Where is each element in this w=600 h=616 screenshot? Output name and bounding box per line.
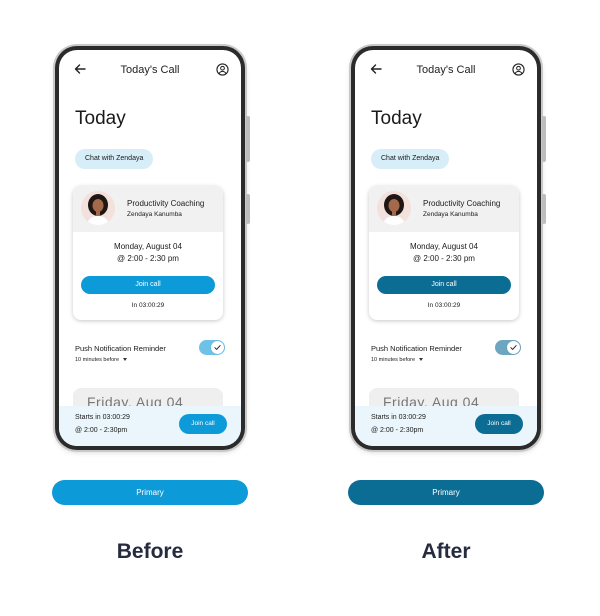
top-app-bar: Today's Call — [59, 50, 241, 90]
starts-in-text: Starts in 03:00:29 — [75, 414, 130, 421]
join-call-button[interactable]: Join call — [81, 276, 215, 294]
chat-chip[interactable]: Chat with Zendaya — [371, 149, 450, 169]
comparison-column-before: Today's Call Today Chat with Zendaya Pro… — [0, 0, 300, 616]
toggle-knob — [211, 341, 224, 354]
avatar — [81, 191, 115, 225]
phone-side-button — [542, 116, 546, 162]
call-time: @ 2:00 - 2:30 pm — [117, 254, 179, 263]
bottom-call-bar: Starts in 03:00:29 @ 2:00 - 2:30pm Join … — [355, 406, 537, 446]
page-title: Today's Call — [120, 64, 180, 76]
phone-side-button — [246, 194, 250, 224]
session-title: Productivity Coaching — [127, 199, 205, 208]
reminder-time-value: 10 minutes before — [75, 357, 120, 363]
call-card: Productivity Coaching Zendaya Kanumba Mo… — [369, 186, 519, 320]
chat-chip[interactable]: Chat with Zendaya — [75, 149, 154, 169]
bottom-call-bar: Starts in 03:00:29 @ 2:00 - 2:30pm Join … — [59, 406, 241, 446]
bottom-call-time: @ 2:00 - 2:30pm — [371, 427, 424, 434]
caret-down-icon — [419, 358, 424, 362]
profile-icon[interactable] — [512, 63, 525, 76]
coach-name: Zendaya Kanumba — [423, 211, 478, 218]
caret-down-icon — [123, 358, 128, 362]
call-time: @ 2:00 - 2:30 pm — [413, 254, 475, 263]
avatar-portrait — [81, 191, 115, 225]
push-reminder-toggle[interactable] — [495, 340, 521, 355]
join-call-bottom-button[interactable]: Join call — [475, 414, 523, 434]
bottom-call-time: @ 2:00 - 2:30pm — [75, 427, 128, 434]
check-icon — [214, 345, 221, 350]
phone-screen: Today's Call Today Chat with Zendaya Pro… — [59, 50, 241, 446]
comparison-column-after: Today's Call Today Chat with Zendaya Pro… — [296, 0, 596, 616]
phone-frame: Today's Call Today Chat with Zendaya Pro… — [351, 46, 546, 450]
call-card-header: Productivity Coaching Zendaya Kanumba — [73, 186, 223, 232]
push-reminder-toggle[interactable] — [199, 340, 225, 355]
avatar — [377, 191, 411, 225]
reminder-time-dropdown[interactable]: 10 minutes before — [371, 357, 424, 363]
top-app-bar: Today's Call — [355, 50, 537, 90]
primary-button[interactable]: Primary — [348, 480, 544, 505]
reminder-time-value: 10 minutes before — [371, 357, 416, 363]
reminder-time-dropdown[interactable]: 10 minutes before — [75, 357, 128, 363]
countdown-text: In 03:00:29 — [427, 302, 461, 309]
session-title: Productivity Coaching — [423, 199, 501, 208]
coach-name: Zendaya Kanumba — [127, 211, 182, 218]
join-call-button[interactable]: Join call — [377, 276, 511, 294]
phone-frame: Today's Call Today Chat with Zendaya Pro… — [55, 46, 250, 450]
call-card: Productivity Coaching Zendaya Kanumba Mo… — [73, 186, 223, 320]
call-date: Monday, August 04 — [114, 242, 182, 251]
phone-side-button — [246, 116, 250, 162]
page-title: Today's Call — [416, 64, 476, 76]
profile-icon[interactable] — [216, 63, 229, 76]
phone-screen: Today's Call Today Chat with Zendaya Pro… — [355, 50, 537, 446]
toggle-knob — [507, 341, 520, 354]
comparison-caption: Before — [116, 540, 184, 563]
check-icon — [510, 345, 517, 350]
phone-side-button — [542, 194, 546, 224]
call-date: Monday, August 04 — [410, 242, 478, 251]
push-reminder-label: Push Notification Reminder — [371, 344, 462, 353]
comparison-caption: After — [421, 540, 471, 563]
starts-in-text: Starts in 03:00:29 — [371, 414, 426, 421]
today-heading: Today — [75, 108, 126, 129]
primary-button[interactable]: Primary — [52, 480, 248, 505]
join-call-bottom-button[interactable]: Join call — [179, 414, 227, 434]
push-reminder-label: Push Notification Reminder — [75, 344, 166, 353]
countdown-text: In 03:00:29 — [131, 302, 165, 309]
avatar-portrait — [377, 191, 411, 225]
call-card-header: Productivity Coaching Zendaya Kanumba — [369, 186, 519, 232]
today-heading: Today — [371, 108, 422, 129]
